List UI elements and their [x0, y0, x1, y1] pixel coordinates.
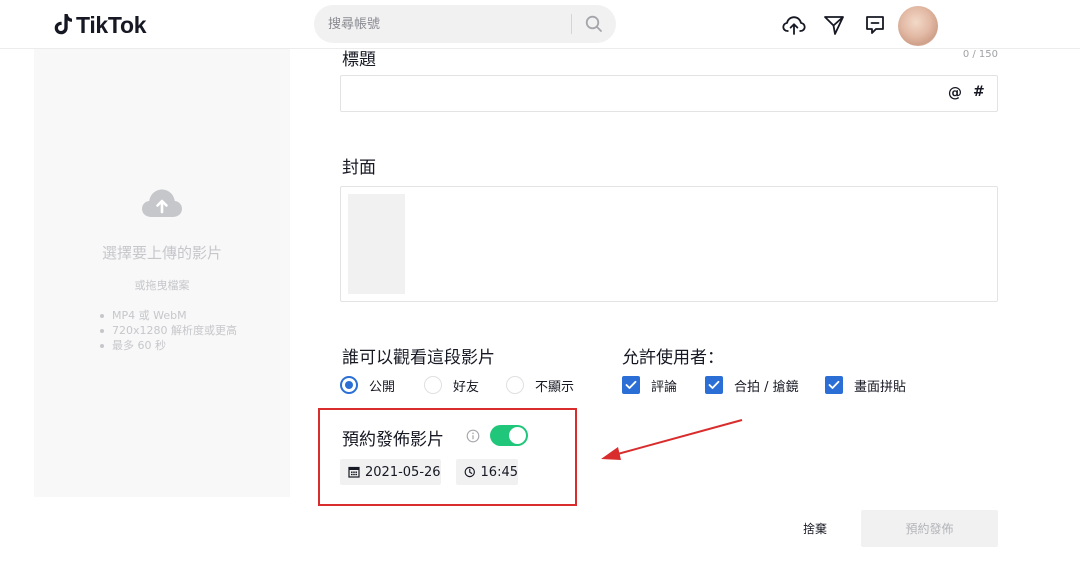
cover-selector[interactable] [340, 186, 998, 302]
requirement-item: 最多 60 秒 [100, 338, 237, 353]
upload-subtitle: 或拖曳檔案 [134, 279, 190, 292]
visibility-option-friends[interactable]: 好友 [424, 375, 479, 395]
send-icon [824, 16, 844, 35]
checkmark-icon [625, 380, 637, 389]
checkmark-icon [828, 380, 840, 389]
allow-comments-option[interactable]: 評論 [622, 375, 677, 395]
radio-unselected[interactable] [506, 376, 524, 394]
search-input[interactable] [328, 5, 568, 43]
checkbox-checked[interactable] [622, 376, 640, 394]
visibility-option-label: 公開 [369, 379, 396, 395]
allow-users-label: 允許使用者： [622, 348, 724, 368]
allow-collage-option[interactable]: 畫面拼貼 [825, 375, 906, 395]
checkmark-icon [708, 380, 720, 389]
messages-button[interactable] [821, 12, 847, 38]
annotation-arrow-icon [601, 419, 743, 460]
caption-char-counter: 0 / 150 [962, 49, 998, 60]
mention-button[interactable]: @ [948, 85, 962, 101]
checkbox-checked[interactable] [705, 376, 723, 394]
requirement-item: 720x1280 解析度或更高 [100, 323, 237, 338]
upload-button[interactable] [781, 12, 807, 38]
visibility-option-private[interactable]: 不顯示 [506, 375, 574, 395]
discard-button[interactable]: 捨棄 [803, 520, 827, 537]
allow-duet-stitch-option[interactable]: 合拍 / 搶鏡 [705, 375, 799, 395]
upload-cloud-icon [782, 16, 806, 35]
requirement-item: MP4 或 WebM [100, 308, 237, 323]
visibility-label: 誰可以觀看這段影片 [342, 348, 495, 368]
user-avatar[interactable] [898, 6, 938, 46]
cover-label: 封面 [342, 158, 376, 178]
inbox-button[interactable] [862, 12, 888, 38]
upload-cloud-icon [142, 189, 182, 217]
schedule-highlight-box [318, 408, 577, 506]
schedule-post-button[interactable]: 預約發佈 [861, 510, 998, 547]
video-upload-dropzone[interactable]: 選擇要上傳的影片 或拖曳檔案 MP4 或 WebM 720x1280 解析度或更… [34, 49, 290, 497]
top-nav-bar: TikTok [0, 0, 1080, 49]
search-icon [585, 15, 602, 32]
inbox-message-icon [866, 16, 884, 34]
logo-wordmark: TikTok [76, 11, 147, 38]
visibility-option-label: 不顯示 [535, 379, 575, 395]
search-button[interactable] [582, 12, 606, 36]
visibility-option-public[interactable]: 公開 [340, 375, 395, 395]
caption-input[interactable] [349, 76, 939, 111]
caption-label: 標題 [342, 50, 376, 70]
caption-field [340, 75, 998, 112]
search-bar [314, 5, 616, 43]
cover-thumbnail[interactable] [348, 194, 405, 294]
search-divider [571, 14, 572, 34]
tiktok-note-icon [54, 14, 72, 35]
allow-option-label: 畫面拼貼 [854, 379, 907, 395]
allow-option-label: 合拍 / 搶鏡 [734, 379, 799, 395]
checkbox-checked[interactable] [825, 376, 843, 394]
visibility-option-label: 好友 [453, 379, 480, 395]
upload-requirements: MP4 或 WebM 720x1280 解析度或更高 最多 60 秒 [100, 308, 237, 353]
upload-title: 選擇要上傳的影片 [101, 244, 222, 262]
tiktok-logo[interactable]: TikTok [50, 11, 147, 39]
allow-option-label: 評論 [651, 379, 678, 395]
radio-unselected[interactable] [424, 376, 442, 394]
radio-selected[interactable] [340, 376, 358, 394]
hashtag-button[interactable]: # [973, 84, 985, 100]
